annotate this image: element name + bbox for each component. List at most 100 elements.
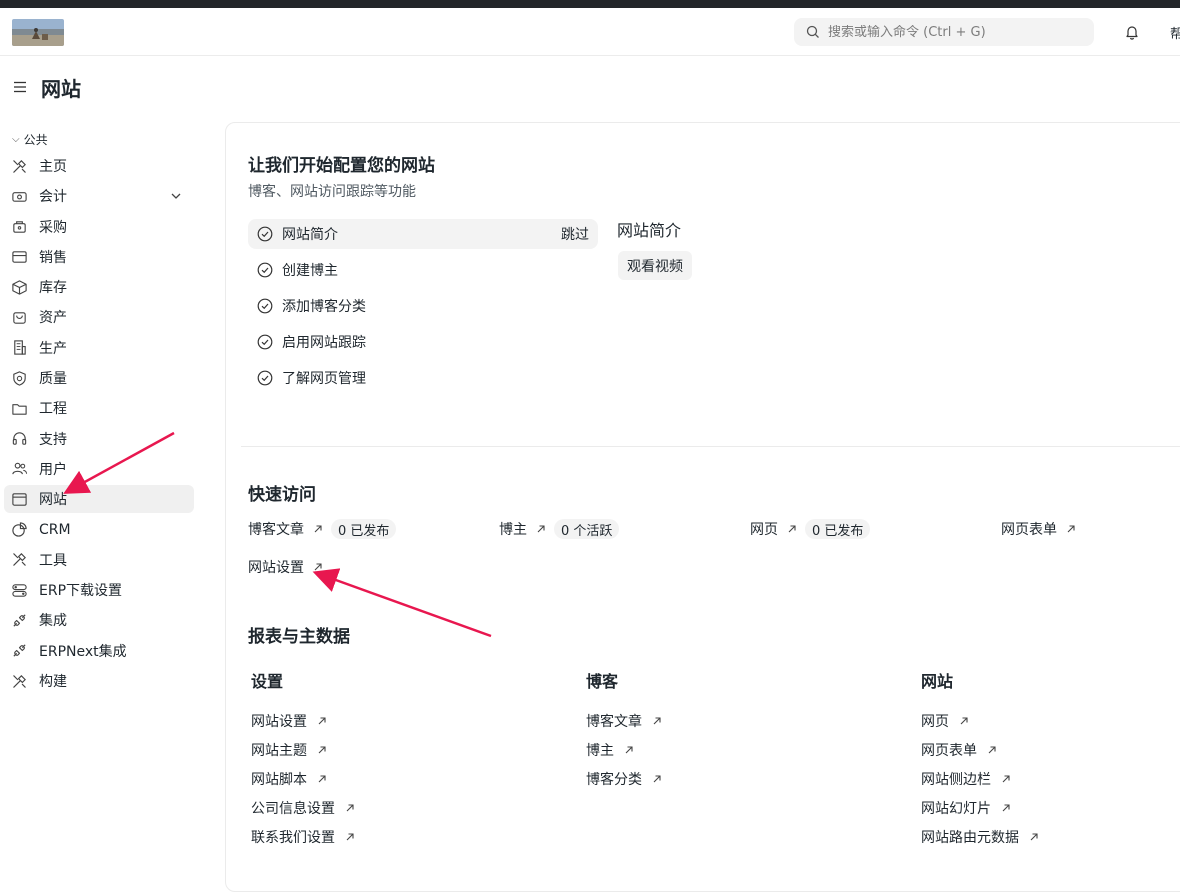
sidebar-item-website[interactable]: 网站 [4,485,194,514]
link-label: 网站脚本 [251,771,307,788]
sidebar-item-projects[interactable]: 工程 [4,394,194,422]
onboarding-step[interactable]: 添加博客分类 [248,291,598,321]
check-circle-icon [257,370,273,386]
onboarding-step[interactable]: 启用网站跟踪 [248,327,598,357]
shortcut-web-form[interactable]: 网页表单 [1001,519,1076,539]
chevron-down-icon: ⌵ [12,133,20,145]
step-label: 了解网页管理 [282,371,366,387]
step-label: 启用网站跟踪 [282,335,366,351]
report-link[interactable]: 公司信息设置 [251,793,355,822]
report-link[interactable]: 博客分类 [586,764,662,793]
skip-button[interactable]: 跳过 [561,224,589,244]
card-heading: 网站 [921,672,954,691]
shortcut-label: 博客文章 [248,522,304,538]
sidebar-item-assets[interactable]: 资产 [4,303,194,331]
navbar: 帮 [0,8,1180,56]
arrow-up-right-icon [960,716,968,724]
window-top-strip [0,0,1180,8]
sidebar-item-erpnext-integrations[interactable]: ERPNext集成 [4,637,194,665]
report-link[interactable]: 网页 [921,706,1039,735]
report-link[interactable]: 网站设置 [251,706,355,735]
shortcut-blogger[interactable]: 博主 0 个活跃 [499,519,620,539]
sidebar-item-quality[interactable]: 质量 [4,364,194,392]
shortcut-blog-post[interactable]: 博客文章 0 已发布 [248,519,397,539]
arrow-up-right-icon [346,832,354,840]
report-link[interactable]: 网站主题 [251,735,355,764]
search-input[interactable] [828,24,1078,40]
sidebar-item-stock[interactable]: 库存 [4,273,194,301]
sidebar-item-label: 用户 [39,461,67,478]
sidebar-toggle-icon[interactable] [13,80,27,94]
sidebar-item-label: 资产 [39,310,67,327]
sidebar-item-support[interactable]: 支持 [4,425,194,453]
report-link[interactable]: 网站脚本 [251,764,355,793]
shortcut-website-settings[interactable]: 网站设置 [248,557,323,577]
onboarding-step[interactable]: 网站简介 跳过 [248,219,598,249]
report-link[interactable]: 博客文章 [586,706,662,735]
sidebar-item-label: 工程 [39,401,67,418]
sidebar-item-label: 库存 [39,280,67,297]
toggle-icon [10,581,28,599]
link-label: 博客文章 [586,713,642,730]
arrow-up-right-icon [1030,832,1038,840]
help-menu[interactable]: 帮 [1170,23,1180,42]
report-link[interactable]: 网站幻灯片 [921,793,1039,822]
check-circle-icon [257,262,273,278]
sidebar-item-tools[interactable]: 工具 [4,546,194,574]
arrow-up-right-icon [318,716,326,724]
report-card-settings: 设置 网站设置 网站主题 网站脚本 公司信息设置 联系我们设置 [251,668,355,851]
check-circle-icon [257,298,273,314]
count-badge: 0 已发布 [331,519,397,539]
onboarding-step[interactable]: 创建博主 [248,255,598,285]
tools-icon [10,157,28,175]
shortcut-web-page[interactable]: 网页 0 已发布 [750,519,871,539]
sidebar-group-public[interactable]: ⌵ 公共 [0,126,200,152]
shortcut-label: 博主 [499,522,527,538]
report-link[interactable]: 网站路由元数据 [921,822,1039,851]
arrow-up-right-icon [314,525,322,533]
sidebar-item-crm[interactable]: CRM [4,516,194,544]
check-circle-icon [257,226,273,242]
link-label: 博主 [586,742,614,759]
report-link[interactable]: 网页表单 [921,735,1039,764]
search-bar[interactable] [794,18,1094,46]
app-logo[interactable] [12,19,64,46]
onboarding-step[interactable]: 了解网页管理 [248,363,598,393]
link-label: 博客分类 [586,771,642,788]
sidebar-item-label: 网站 [39,492,67,509]
sidebar-item-manufacturing[interactable]: 生产 [4,334,194,362]
link-label: 网页表单 [921,742,977,759]
count-badge: 0 个活跃 [554,519,620,539]
chevron-down-icon[interactable] [170,190,182,202]
sidebar-item-accounting[interactable]: 会计 [4,182,194,210]
link-label: 网页 [921,713,949,730]
sidebar-item-purchase[interactable]: 采购 [4,213,194,241]
card-heading: 设置 [251,672,284,691]
sidebar-item-label: CRM [39,521,71,538]
notification-bell-icon[interactable] [1124,24,1140,40]
sidebar-item-label: 集成 [39,613,67,630]
reports-title: 报表与主数据 [248,627,350,647]
sidebar-item-label: 支持 [39,431,67,448]
report-link[interactable]: 联系我们设置 [251,822,355,851]
sidebar-item-build[interactable]: 构建 [4,667,194,695]
assets-icon [10,308,28,326]
step-label: 创建博主 [282,263,338,279]
arrow-up-right-icon [537,525,545,533]
sidebar-item-integrations[interactable]: 集成 [4,606,194,634]
sidebar-item-home[interactable]: 主页 [4,152,194,180]
watch-video-button[interactable]: 观看视频 [618,251,692,280]
sidebar-item-users[interactable]: 用户 [4,455,194,483]
report-link[interactable]: 网站侧边栏 [921,764,1039,793]
report-link[interactable]: 博主 [586,735,662,764]
sidebar: ⌵ 公共 主页 会计 采购 销售 库存 资产 生产 质量 工程 支持 用户 网站… [0,126,200,697]
sidebar-item-erp-download-settings[interactable]: ERP下载设置 [4,576,194,604]
link-label: 网站幻灯片 [921,800,991,817]
arrow-up-right-icon [346,803,354,811]
link-label: 网站设置 [251,713,307,730]
stock-icon [10,278,28,296]
shortcut-label: 网页表单 [1001,522,1057,538]
sidebar-item-sales[interactable]: 销售 [4,243,194,271]
onboarding-steps: 网站简介 跳过 创建博主 添加博客分类 启用网站跟踪 了解网页管理 [248,219,598,399]
link-label: 公司信息设置 [251,800,335,817]
